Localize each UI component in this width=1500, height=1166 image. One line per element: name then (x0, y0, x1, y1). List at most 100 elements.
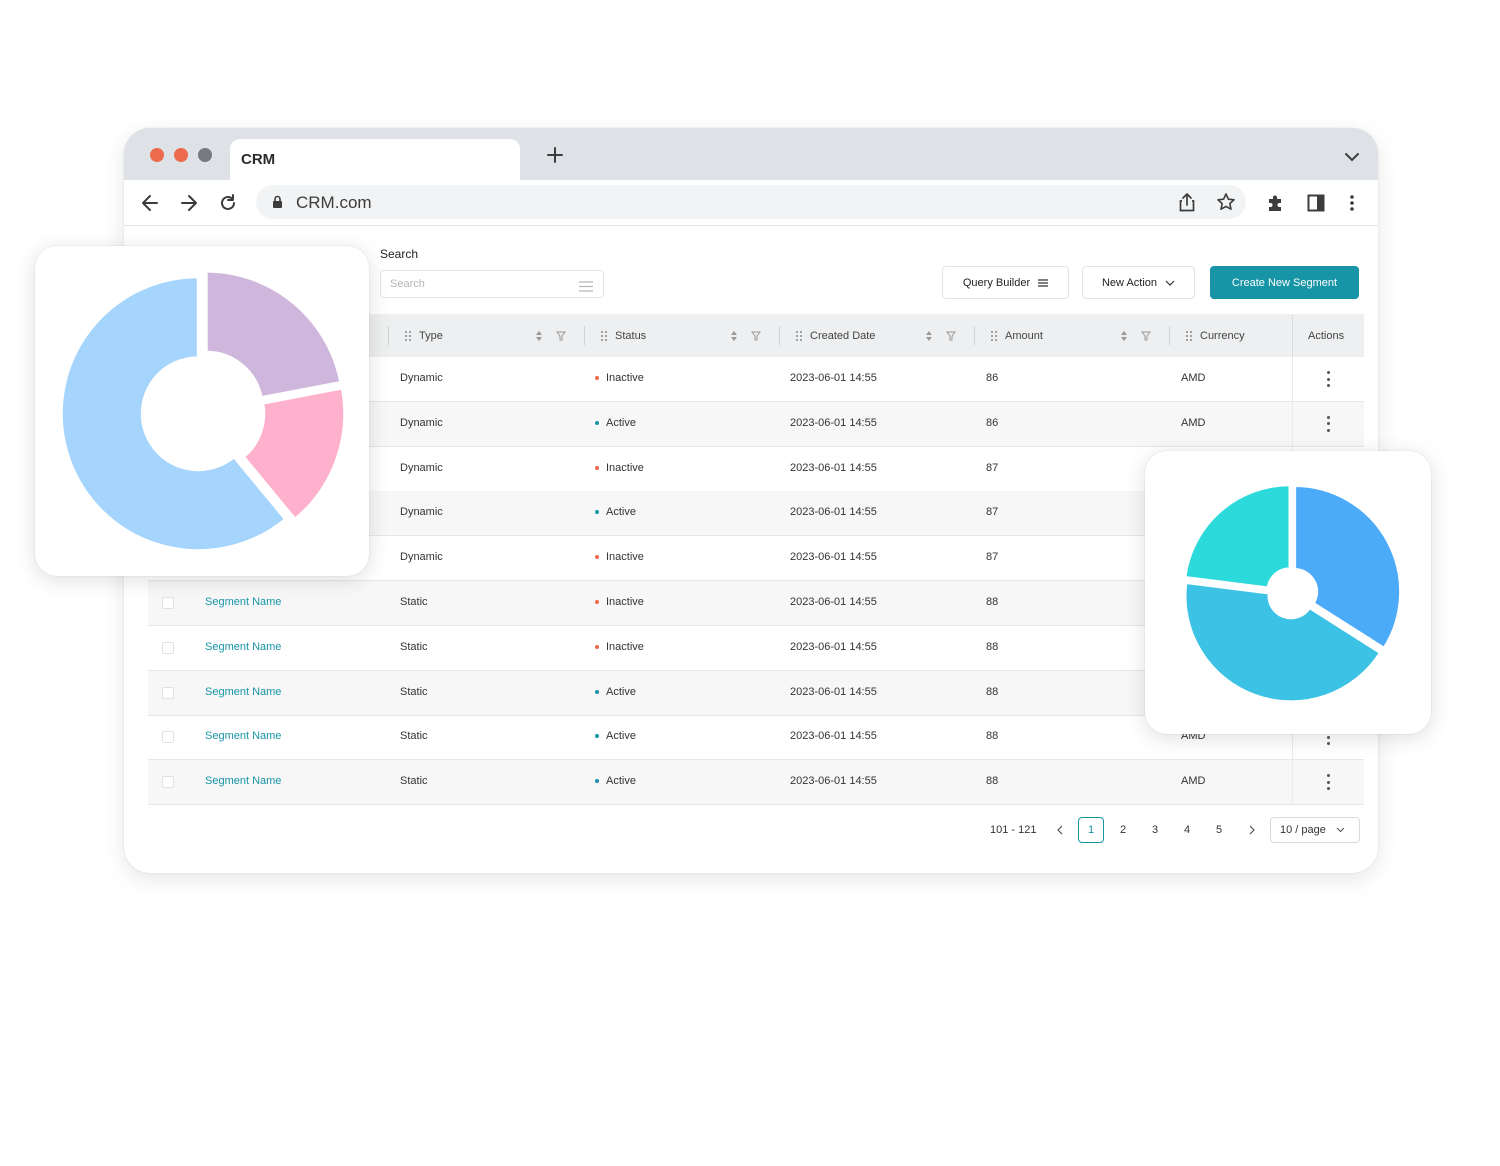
search-input[interactable] (381, 271, 561, 297)
status-cell: Inactive (595, 641, 644, 653)
browser-tab[interactable]: CRM (230, 139, 520, 180)
menu-lines-icon (1038, 278, 1049, 287)
column-header-created-date[interactable]: Created Date (795, 314, 875, 357)
status-cell: Inactive (595, 551, 644, 563)
column-separator (584, 326, 585, 345)
share-icon[interactable] (1179, 192, 1195, 217)
new-tab-plus-icon[interactable] (544, 144, 566, 166)
page-number-button[interactable]: 2 (1110, 817, 1136, 843)
row-checkbox[interactable] (162, 731, 174, 744)
menu-lines-icon[interactable] (579, 279, 593, 292)
segment-name-link[interactable]: Segment Name (205, 596, 281, 608)
column-label-amount: Amount (1005, 329, 1043, 342)
created-date-cell: 2023-06-01 14:55 (790, 551, 877, 564)
tab-title: CRM (241, 151, 276, 168)
status-text: Inactive (606, 551, 644, 564)
drag-grip-icon[interactable] (1185, 330, 1193, 342)
currency-cell: AMD (1181, 775, 1206, 788)
reload-icon[interactable] (216, 191, 240, 215)
drag-grip-icon[interactable] (990, 330, 998, 342)
segment-name-link[interactable]: Segment Name (205, 775, 281, 787)
amount-cell: 87 (986, 551, 999, 564)
type-cell: Dynamic (400, 461, 443, 474)
type-cell: Dynamic (400, 506, 443, 519)
maximize-window-button[interactable] (198, 148, 212, 162)
pagination-range: 101 - 121 (990, 824, 1037, 836)
type-cell: Dynamic (400, 551, 443, 564)
forward-arrow-icon[interactable] (177, 191, 201, 215)
close-window-button[interactable] (150, 148, 164, 162)
status-cell: Active (595, 730, 636, 742)
sort-icon[interactable] (1120, 330, 1128, 342)
row-actions-menu-icon[interactable] (1326, 415, 1330, 432)
search-field[interactable] (380, 270, 604, 298)
chevron-down-icon[interactable] (1344, 150, 1360, 162)
sort-icon[interactable] (925, 330, 933, 342)
status-dot (595, 779, 599, 784)
sort-icon[interactable] (535, 330, 543, 342)
type-cell: Static (400, 640, 428, 653)
url-text: CRM.com (296, 193, 372, 212)
status-cell: Inactive (595, 462, 644, 474)
page-number-button[interactable]: 4 (1174, 817, 1200, 843)
sort-icon[interactable] (730, 330, 738, 342)
extensions-puzzle-icon[interactable] (1264, 191, 1288, 215)
row-actions-menu-icon[interactable] (1326, 774, 1330, 791)
status-text: Inactive (606, 596, 644, 608)
drag-grip-icon[interactable] (795, 330, 803, 342)
type-cell: Static (400, 775, 428, 788)
page-number-button[interactable]: 5 (1206, 817, 1232, 843)
status-cell: Active (595, 506, 636, 518)
page-number-button[interactable]: 1 (1078, 817, 1104, 843)
row-checkbox[interactable] (162, 641, 174, 654)
segment-name-link[interactable]: Segment Name (205, 686, 281, 698)
amount-cell: 86 (986, 372, 999, 384)
back-arrow-icon[interactable] (138, 191, 162, 215)
address-bar[interactable]: CRM.com (256, 185, 1246, 219)
donut-chart-card-left (35, 246, 369, 576)
filter-icon[interactable] (751, 331, 761, 341)
filter-icon[interactable] (1141, 331, 1151, 341)
status-dot (595, 600, 599, 604)
column-separator (779, 326, 780, 345)
column-header-amount[interactable]: Amount (990, 314, 1043, 357)
column-label-actions: Actions (1308, 329, 1345, 342)
filter-icon[interactable] (946, 331, 956, 341)
chevron-left-icon[interactable] (1054, 817, 1066, 843)
browser-menu-icon[interactable] (1340, 191, 1364, 215)
browser-toolbar: CRM.com (124, 180, 1378, 226)
page-size-select[interactable]: 10 / page (1270, 817, 1360, 843)
segment-name-link[interactable]: Segment Name (205, 641, 281, 653)
column-label-type: Type (419, 329, 443, 342)
row-actions-menu-icon[interactable] (1326, 371, 1330, 387)
row-checkbox[interactable] (162, 686, 174, 699)
create-new-segment-button[interactable]: Create New Segment (1210, 266, 1359, 299)
amount-cell: 88 (986, 730, 999, 743)
pagination: 101 - 121 12345 10 / page (124, 817, 1378, 843)
column-header-currency[interactable]: Currency (1185, 314, 1245, 357)
new-action-button[interactable]: New Action (1082, 266, 1195, 299)
column-header-status[interactable]: Status (600, 314, 646, 357)
chevron-right-icon[interactable] (1246, 817, 1258, 843)
amount-cell: 86 (986, 416, 999, 429)
row-checkbox[interactable] (162, 776, 174, 789)
status-dot (595, 644, 599, 649)
status-dot (595, 555, 599, 560)
table-row[interactable]: Segment Name Static Active 2023-06-01 14:55… (148, 760, 1364, 806)
segment-name-link[interactable]: Segment Name (205, 730, 281, 742)
column-header-type[interactable]: Type (404, 314, 443, 357)
column-separator (1292, 314, 1293, 357)
side-panel-icon[interactable] (1304, 191, 1328, 215)
amount-cell: 88 (986, 685, 999, 698)
drag-grip-icon[interactable] (600, 330, 608, 342)
minimize-window-button[interactable] (174, 148, 188, 162)
query-builder-button[interactable]: Query Builder (942, 266, 1069, 299)
row-checkbox[interactable] (162, 597, 174, 609)
page-number-button[interactable]: 3 (1142, 817, 1168, 843)
bookmark-star-icon[interactable] (1216, 192, 1236, 217)
status-text: Active (606, 506, 636, 519)
drag-grip-icon[interactable] (404, 330, 412, 342)
status-dot (595, 734, 599, 739)
filter-icon[interactable] (556, 331, 566, 341)
status-text: Active (606, 775, 636, 788)
